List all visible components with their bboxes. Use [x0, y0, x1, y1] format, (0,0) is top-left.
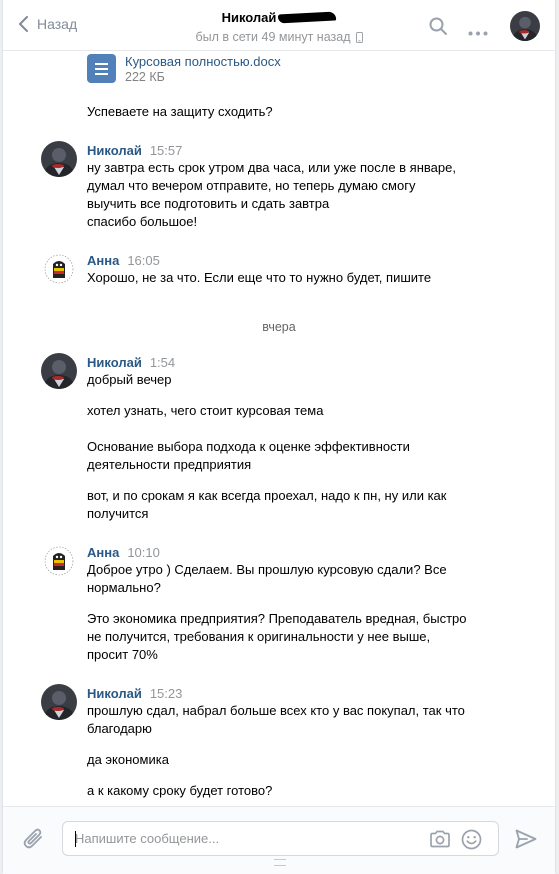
message-author-row: Анна 10:10: [87, 545, 160, 561]
chat-header: Назад Николай был в сети 49 минут назад: [3, 0, 555, 51]
peer-status: был в сети 49 минут назад: [195, 30, 351, 44]
message-time[interactable]: 15:57: [150, 143, 183, 159]
author-name[interactable]: Анна: [87, 253, 119, 269]
peer-name-row[interactable]: Николай: [222, 10, 337, 25]
redacted-surname: [278, 11, 337, 24]
message-text: деятельности предприятия: [87, 457, 252, 472]
message-text: нормально?: [87, 580, 161, 595]
message-text: да экономика: [87, 752, 169, 767]
suit-avatar-icon: [41, 353, 77, 389]
mobile-phone-icon: [355, 31, 363, 43]
chat-window: Назад Николай был в сети 49 минут назад: [2, 0, 556, 874]
emoji-button[interactable]: [461, 829, 482, 853]
message-list[interactable]: Курсовая полностью.docx 222 КБ Успеваете…: [3, 51, 555, 805]
resize-handle[interactable]: [274, 859, 286, 866]
author-name[interactable]: Николай: [87, 686, 142, 702]
more-horizontal-icon: [468, 31, 488, 36]
search-icon: [429, 17, 447, 35]
peer-name: Николай: [221, 10, 277, 25]
message-text: выучить все подготовить и сдать завтра: [87, 196, 330, 211]
message-text: Основание выбора подхода к оценке эффект…: [87, 439, 410, 454]
camera-icon: [430, 830, 450, 848]
document-icon: [87, 54, 116, 83]
document-size: 222 КБ: [125, 70, 165, 84]
message-time[interactable]: 15:23: [150, 686, 183, 702]
author-name[interactable]: Николай: [87, 143, 142, 159]
message-author-row: Анна 16:05: [87, 253, 160, 269]
message-text: не получится, требования к оригинальност…: [87, 629, 431, 644]
search-button[interactable]: [429, 17, 448, 39]
author-avatar[interactable]: [41, 141, 77, 177]
more-actions-button[interactable]: [468, 24, 488, 39]
message-text: получится: [87, 506, 149, 521]
message-text: вот, и по срокам я как всегда проехал, н…: [87, 488, 447, 503]
document-attachment[interactable]: Курсовая полностью.docx 222 КБ: [87, 54, 281, 85]
message-author-row: Николай 15:57: [87, 143, 182, 159]
author-name[interactable]: Анна: [87, 545, 119, 561]
author-avatar[interactable]: [41, 353, 77, 389]
text-cursor: [75, 831, 76, 847]
message-input[interactable]: [75, 822, 415, 855]
document-name[interactable]: Курсовая полностью.docx: [125, 54, 281, 69]
drawing-avatar-icon: [41, 543, 77, 579]
message-time[interactable]: 16:05: [127, 253, 160, 269]
message-time[interactable]: 1:54: [150, 355, 175, 371]
message-text: прошлую сдал, набрал больше всех кто у в…: [87, 703, 465, 718]
message-text: Успеваете на защиту сходить?: [87, 104, 273, 119]
message-text: просит 70%: [87, 647, 158, 662]
message-text: ну завтра есть срок утром два часа, или …: [87, 160, 456, 175]
suit-avatar-icon: [41, 684, 77, 720]
suit-avatar-icon: [510, 11, 540, 41]
author-name[interactable]: Николай: [87, 355, 142, 371]
message-text: благодарю: [87, 721, 152, 736]
message-text: спасибо большое!: [87, 214, 198, 229]
paperclip-icon: [23, 828, 42, 849]
peer-avatar[interactable]: [510, 11, 540, 41]
message-author-row: Николай 1:54: [87, 355, 175, 371]
message-input-box[interactable]: [62, 821, 499, 856]
author-avatar[interactable]: [41, 251, 77, 287]
message-text: хотел узнать, чего стоит курсовая тема: [87, 403, 324, 418]
message-author-row: Николай 15:23: [87, 686, 182, 702]
author-avatar[interactable]: [41, 684, 77, 720]
attach-button[interactable]: [23, 827, 45, 854]
send-button[interactable]: [515, 829, 537, 852]
message-text: Доброе утро ) Сделаем. Вы прошлую курсов…: [87, 562, 447, 577]
message-text: добрый вечер: [87, 372, 172, 387]
drawing-avatar-icon: [41, 251, 77, 287]
message-text: Это экономика предприятия? Преподаватель…: [87, 611, 467, 626]
author-avatar[interactable]: [41, 543, 77, 579]
send-arrow-icon: [515, 829, 537, 849]
suit-avatar-icon: [41, 141, 77, 177]
camera-button[interactable]: [429, 830, 451, 851]
message-text: Хорошо, не за что. Если еще что то нужно…: [87, 270, 432, 285]
smile-icon: [461, 829, 482, 850]
date-divider: вчера: [262, 320, 296, 334]
message-text: а к какому сроку будет готово?: [87, 783, 273, 798]
message-time[interactable]: 10:10: [127, 545, 160, 561]
message-text: думал что вечером отправите, но теперь д…: [87, 178, 416, 193]
